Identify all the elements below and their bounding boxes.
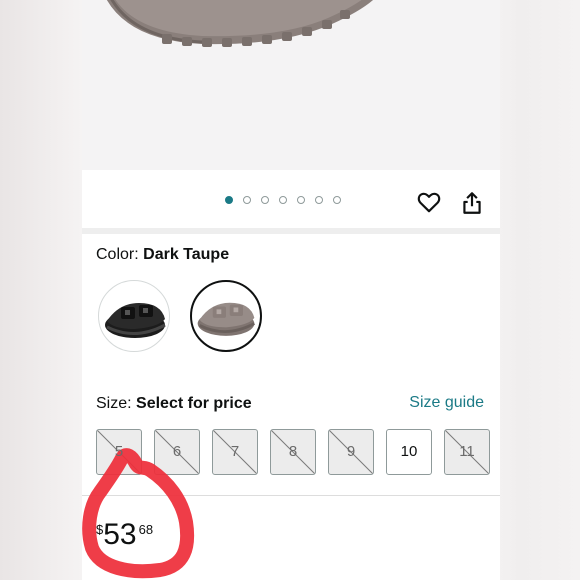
- share-icon[interactable]: [459, 190, 485, 216]
- color-label: Color:: [96, 246, 139, 263]
- size-option-5[interactable]: 5: [96, 429, 142, 475]
- size-option-label: 7: [230, 443, 240, 460]
- pagination-dot[interactable]: [243, 196, 251, 204]
- product-page: Color: Dark Taupe Size: Select for price…: [82, 0, 500, 580]
- size-option-label: 9: [346, 443, 356, 460]
- color-value: Dark Taupe: [143, 246, 230, 263]
- size-guide-link[interactable]: Size guide: [409, 394, 484, 412]
- pagination-dot[interactable]: [297, 196, 305, 204]
- size-option-6[interactable]: 6: [154, 429, 200, 475]
- price-fraction: 68: [138, 522, 154, 537]
- size-selection-label: Size: Select for price: [96, 395, 252, 413]
- size-option-7[interactable]: 7: [212, 429, 258, 475]
- sandal-sole-image: [106, 0, 373, 47]
- pagination-dot[interactable]: [225, 196, 233, 204]
- pagination-dot[interactable]: [315, 196, 323, 204]
- size-value: Select for price: [136, 395, 252, 412]
- price-currency-symbol: $: [96, 522, 104, 537]
- price-whole: 53: [103, 518, 137, 551]
- size-option-10[interactable]: 10: [386, 429, 432, 475]
- size-label: Size:: [96, 395, 132, 412]
- price-divider: [82, 495, 500, 496]
- size-option-9[interactable]: 9: [328, 429, 374, 475]
- image-pagination[interactable]: [225, 196, 341, 204]
- size-option-label: 8: [288, 443, 298, 460]
- section-divider: [82, 228, 500, 234]
- taupe-sandal-thumbnail: [197, 302, 255, 336]
- pagination-dot[interactable]: [333, 196, 341, 204]
- pagination-dot[interactable]: [279, 196, 287, 204]
- heart-outline-icon[interactable]: [416, 189, 442, 215]
- size-option-label: 10: [400, 443, 418, 460]
- pagination-dot[interactable]: [261, 196, 269, 204]
- swatch-dark-taupe[interactable]: [190, 280, 262, 352]
- size-option-8[interactable]: 8: [270, 429, 316, 475]
- size-option-label: 5: [114, 443, 124, 460]
- swatch-black[interactable]: [98, 280, 170, 352]
- size-option-label: 11: [459, 443, 475, 460]
- product-image[interactable]: [82, 0, 500, 170]
- size-option-11[interactable]: 11: [444, 429, 490, 475]
- color-selection-label: Color: Dark Taupe: [96, 246, 229, 264]
- black-sandal-thumbnail: [105, 303, 166, 338]
- price: $ 53 68: [96, 518, 153, 552]
- size-option-label: 6: [172, 443, 182, 460]
